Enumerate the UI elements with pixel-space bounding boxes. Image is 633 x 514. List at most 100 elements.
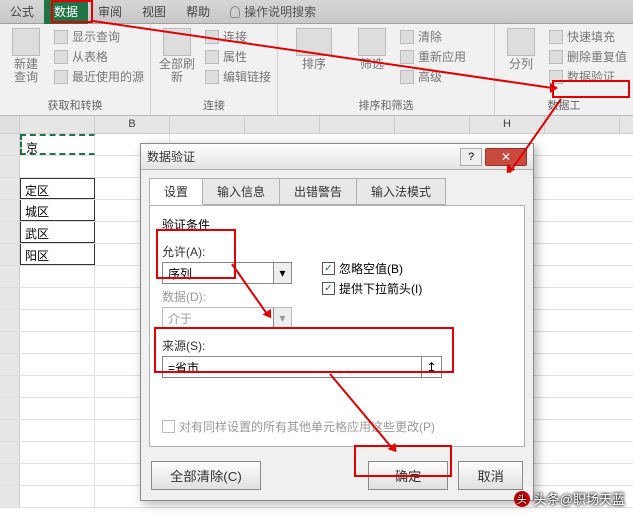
refresh-label: 全部刷新 — [157, 58, 197, 84]
group-label: 数据工 — [501, 95, 627, 113]
cell[interactable]: 京 — [20, 134, 95, 155]
flash-fill-icon — [549, 30, 563, 44]
advanced-icon — [400, 70, 414, 84]
ribbon-body: 新建 查询 显示查询 从表格 最近使用的源 获取和转换 全部刷新 连接 属性 编… — [0, 24, 633, 116]
data-validation-dialog: 数据验证 ? ✕ 设置 输入信息 出错警告 输入法模式 验证条件 允许(A): … — [140, 143, 534, 501]
close-button[interactable]: ✕ — [485, 148, 527, 166]
ribbon-tab-strip: 公式 数据 审阅 视图 帮助 操作说明搜索 — [0, 0, 633, 24]
col-h[interactable] — [395, 116, 470, 133]
tab-help[interactable]: 帮助 — [176, 0, 220, 24]
group-label: 排序和筛选 — [284, 95, 488, 113]
new-query-label: 新建 查询 — [14, 58, 38, 84]
recent-icon — [54, 70, 68, 84]
allow-value: 序列 — [163, 265, 273, 282]
data-value: 介于 — [163, 310, 273, 327]
bulb-icon — [230, 6, 240, 18]
dtab-input-msg[interactable]: 输入信息 — [202, 178, 280, 205]
recent-sources-button[interactable]: 最近使用的源 — [54, 68, 144, 85]
col-h[interactable] — [20, 116, 95, 133]
group-connections: 全部刷新 连接 属性 编辑链接 连接 — [151, 24, 278, 115]
dialog-titlebar[interactable]: 数据验证 ? ✕ — [141, 144, 533, 170]
tell-me-label: 操作说明搜索 — [244, 3, 316, 20]
dedup-icon — [549, 50, 563, 64]
in-cell-dropdown-checkbox[interactable]: ✓提供下拉箭头(I) — [322, 280, 422, 297]
dialog-body: 验证条件 允许(A): 序列 ▾ 数据(D): 介于 ▾ ✓忽略空值(B) ✓提… — [149, 205, 525, 447]
watermark: 头 头条@职场天蓝 — [514, 489, 625, 508]
dialog-tabs: 设置 输入信息 出错警告 输入法模式 — [141, 170, 533, 205]
dtab-ime-mode[interactable]: 输入法模式 — [356, 178, 446, 205]
allow-label: 允许(A): — [162, 243, 292, 260]
columns-icon — [507, 28, 535, 56]
validation-icon — [549, 70, 563, 84]
cancel-button[interactable]: 取消 — [458, 461, 523, 490]
tab-data[interactable]: 数据 — [44, 0, 88, 24]
chevron-down-icon: ▾ — [273, 308, 291, 328]
col-h-h[interactable]: H — [470, 116, 545, 133]
properties-button[interactable]: 属性 — [205, 48, 271, 65]
checkbox-icon: ✓ — [322, 282, 335, 295]
ok-button[interactable]: 确定 — [368, 461, 449, 490]
source-label: 来源(S): — [162, 337, 512, 354]
dtab-error-alert[interactable]: 出错警告 — [279, 178, 357, 205]
edit-links-icon — [205, 70, 219, 84]
col-h[interactable] — [170, 116, 245, 133]
refresh-all-button[interactable]: 全部刷新 — [157, 28, 197, 84]
sort-icon — [296, 28, 332, 56]
reapply-button[interactable]: 重新应用 — [400, 48, 466, 65]
from-table-button[interactable]: 从表格 — [54, 48, 144, 65]
show-queries-button[interactable]: 显示查询 — [54, 28, 144, 45]
apply-changes-checkbox[interactable]: 对有同样设置的所有其他单元格应用这些更改(P) — [162, 418, 512, 435]
group-label: 获取和转换 — [6, 95, 144, 113]
col-h[interactable] — [320, 116, 395, 133]
remove-duplicates-button[interactable]: 删除重复值 — [549, 48, 627, 65]
sort-button[interactable]: 排序 — [284, 28, 344, 71]
group-sort-filter: 排序 筛选 清除 重新应用 高级 排序和筛选 — [278, 24, 495, 115]
tell-me-search[interactable]: 操作说明搜索 — [230, 3, 316, 20]
flash-fill-button[interactable]: 快速填充 — [549, 28, 627, 45]
chevron-down-icon: ▾ — [273, 263, 291, 283]
data-combo: 介于 ▾ — [162, 307, 292, 329]
col-h-corner[interactable] — [0, 116, 20, 133]
edit-links-button[interactable]: 编辑链接 — [205, 68, 271, 85]
show-queries-icon — [54, 30, 68, 44]
source-input[interactable]: =省市 ↥ — [162, 356, 442, 378]
logo-icon: 头 — [514, 491, 530, 507]
allow-combo[interactable]: 序列 ▾ — [162, 262, 292, 284]
dtab-settings[interactable]: 设置 — [149, 178, 203, 205]
from-table-icon — [54, 50, 68, 64]
cell[interactable]: 城区 — [20, 200, 95, 221]
dialog-title: 数据验证 — [147, 148, 460, 165]
clear-icon — [400, 30, 414, 44]
new-query-icon — [12, 28, 40, 56]
col-h-b[interactable]: B — [95, 116, 170, 133]
checkbox-icon: ✓ — [322, 262, 335, 275]
group-label: 连接 — [157, 95, 271, 113]
help-button[interactable]: ? — [460, 148, 482, 166]
new-query-button[interactable]: 新建 查询 — [6, 28, 46, 84]
filter-icon — [358, 28, 386, 56]
checkbox-icon — [162, 420, 175, 433]
advanced-filter-button[interactable]: 高级 — [400, 68, 466, 85]
range-picker-icon[interactable]: ↥ — [421, 357, 441, 377]
data-validation-button[interactable]: 数据验证 — [549, 68, 627, 85]
tab-review[interactable]: 审阅 — [88, 0, 132, 24]
cell[interactable]: 定区 — [20, 178, 95, 199]
filter-button[interactable]: 筛选 — [352, 28, 392, 71]
col-h[interactable] — [245, 116, 320, 133]
connections-icon — [205, 30, 219, 44]
group-data-tools: 分列 快速填充 删除重复值 数据验证 数据工 — [495, 24, 633, 115]
clear-all-button[interactable]: 全部清除(C) — [151, 461, 261, 490]
clear-filter-button[interactable]: 清除 — [400, 28, 466, 45]
ignore-blank-checkbox[interactable]: ✓忽略空值(B) — [322, 260, 422, 277]
connections-button[interactable]: 连接 — [205, 28, 271, 45]
tab-formulas[interactable]: 公式 — [0, 0, 44, 24]
tab-view[interactable]: 视图 — [132, 0, 176, 24]
cell[interactable]: 武区 — [20, 222, 95, 243]
cell[interactable]: 阳区 — [20, 244, 95, 265]
text-to-columns-button[interactable]: 分列 — [501, 28, 541, 71]
properties-icon — [205, 50, 219, 64]
col-h[interactable] — [545, 116, 620, 133]
column-headers: B H — [0, 116, 633, 134]
group-get-transform: 新建 查询 显示查询 从表格 最近使用的源 获取和转换 — [0, 24, 151, 115]
refresh-icon — [163, 28, 191, 56]
